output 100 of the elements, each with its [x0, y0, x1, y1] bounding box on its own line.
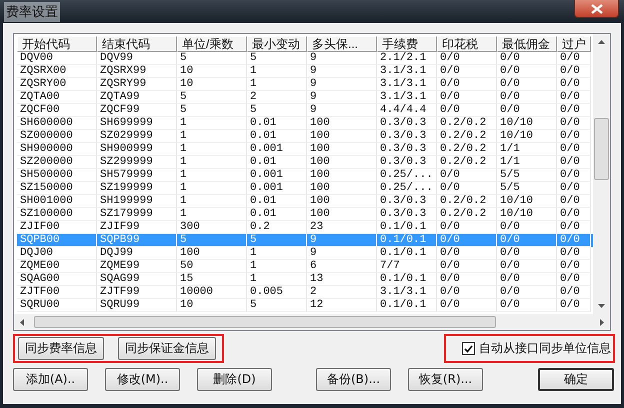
table-cell: 0/0 [437, 260, 497, 273]
table-row[interactable]: DQJ00 DQJ99 100 1 9 0.1/0.1 0/0 0/0 0/0 [17, 247, 593, 260]
auto-sync-checkbox[interactable]: 自动从接口同步单位信息 [462, 340, 611, 357]
table-row[interactable]: SZ100000 SZ179999 1 0.01 100 0.3/0.3 0.2/0.2 10/10 0/0 [17, 208, 593, 221]
vertical-scrollbar[interactable] [593, 34, 610, 314]
table-cell: 1 [177, 182, 247, 195]
table-cell: 9 [307, 104, 377, 117]
table-cell: SZ299999 [97, 156, 177, 169]
table-cell: 0.2/0.2 [437, 130, 497, 143]
column-header[interactable]: 最低佣金 [497, 36, 557, 52]
table-cell: 5/5 [497, 169, 557, 182]
table-cell: 0.001 [247, 182, 307, 195]
table-cell: 100 [177, 247, 247, 260]
scroll-down-icon [598, 304, 605, 308]
table-cell: 0/0 [497, 104, 557, 117]
action-button[interactable]: 恢复(R)... [408, 368, 483, 391]
table-cell: 13 [307, 273, 377, 286]
column-header[interactable]: 过户 [557, 36, 591, 52]
table-row[interactable]: SZ200000 SZ299999 1 0.01 100 0.3/0.3 0.2/0.2 1/1 0/0 [17, 156, 593, 169]
action-button[interactable]: 备份(B)... [316, 368, 391, 391]
table-cell: DQJ99 [97, 247, 177, 260]
table-cell: 5 [177, 91, 247, 104]
table-cell: ZQTA00 [17, 91, 97, 104]
table-cell: 0/0 [557, 156, 591, 169]
table-cell: 1 [247, 260, 307, 273]
table-cell: ZQME99 [97, 260, 177, 273]
table-row[interactable]: SQRU00 SQRU99 10 5 12 0.1/0.1 0/0 0/0 0/0 [17, 299, 593, 312]
table-row[interactable]: ZQCF00 ZQCF99 5 5 9 4.4/4.4 0/0 0/0 0/0 [17, 104, 593, 117]
horizontal-scrollbar[interactable] [14, 314, 610, 330]
table-cell: 0/0 [437, 234, 497, 247]
table-cell: 0.01 [247, 156, 307, 169]
column-header[interactable]: 手续费 [377, 36, 437, 52]
table-cell: 0/0 [557, 143, 591, 156]
table-cell: 0/0 [437, 169, 497, 182]
table-cell: SZ179999 [97, 208, 177, 221]
column-header[interactable]: 开始代码 [17, 36, 97, 52]
table-row[interactable]: SH001000 SH199999 1 0.01 100 0.3/0.3 0.2/0.2 10/10 0/0 [17, 195, 593, 208]
table-cell: 1 [177, 208, 247, 221]
column-header[interactable]: 结束代码 [97, 36, 177, 52]
table-cell: 0/0 [437, 286, 497, 299]
ok-button[interactable]: 确定 [538, 368, 614, 391]
table-row[interactable]: ZQTA00 ZQTA99 5 2 9 3.1/3.1 0/0 0/0 0/0 [17, 91, 593, 104]
table-cell: 100 [307, 117, 377, 130]
table-cell: 0.3/0.3 [377, 143, 437, 156]
table-cell: 0/0 [557, 117, 591, 130]
table-cell: 0/0 [557, 130, 591, 143]
scroll-thumb[interactable] [34, 316, 496, 328]
column-header[interactable]: 最小变动 [247, 36, 307, 52]
table-cell: SZ150000 [17, 182, 97, 195]
table-cell: 0.2/0.2 [437, 195, 497, 208]
action-button[interactable]: 删除(D) [197, 368, 272, 391]
column-header[interactable]: 印花税 [437, 36, 497, 52]
table-cell: SZ199999 [97, 182, 177, 195]
table-row[interactable]: SZ000000 SZ029999 1 0.01 100 0.3/0.3 0.2/0.2 10/10 0/0 [17, 130, 593, 143]
table-row[interactable]: ZQME00 ZQME99 50 1 6 7/7 0/0 0/0 0/0 [17, 260, 593, 273]
table-cell: 0/0 [557, 208, 591, 221]
table-cell: 12 [307, 299, 377, 312]
column-header[interactable]: 多头保... [307, 36, 377, 52]
table-row[interactable]: DQV00 DQV99 5 5 9 2.1/2.1 0/0 0/0 0/0 [17, 52, 593, 65]
table-cell: 0/0 [557, 91, 591, 104]
close-button[interactable] [574, 0, 619, 18]
sync-button[interactable]: 同步费率信息 [18, 337, 104, 360]
table-row[interactable]: SH500000 SH579999 1 0.001 100 0.25/... 0/0 5/5 0/0 [17, 169, 593, 182]
table-cell: 9 [307, 78, 377, 91]
checkbox[interactable] [462, 342, 475, 355]
table-cell: 0/0 [437, 182, 497, 195]
action-button[interactable]: 添加(A).. [13, 368, 88, 391]
table-cell: 0/0 [437, 104, 497, 117]
table-cell: 1 [247, 78, 307, 91]
table-cell: 3.1/3.1 [377, 91, 437, 104]
table-cell: 5/5 [497, 182, 557, 195]
scroll-left-icon [20, 318, 24, 326]
table-row[interactable]: ZJTF00 ZJTF99 10000 0.005 2 3.1/3.1 0/0 0/0 0/0 [17, 286, 593, 299]
table-cell: 1/1 [497, 156, 557, 169]
table-cell: SH579999 [97, 169, 177, 182]
table-row[interactable]: SZ150000 SZ199999 1 0.001 100 0.25/... 0/0 5/5 0/0 [17, 182, 593, 195]
table-cell: ZQCF99 [97, 104, 177, 117]
table-row[interactable]: SQAG00 SQAG99 15 1 13 0.1/0.1 0/0 0/0 0/0 [17, 273, 593, 286]
sync-button[interactable]: 同步保证金信息 [118, 337, 216, 360]
action-button[interactable]: 修改(M).. [105, 368, 180, 391]
table-cell: 7/7 [377, 260, 437, 273]
table-cell: 2 [247, 91, 307, 104]
table-cell: ZQCF00 [17, 104, 97, 117]
table-cell: SH900000 [17, 143, 97, 156]
table-cell: 3.1/3.1 [377, 286, 437, 299]
table-cell: 50 [177, 260, 247, 273]
table-cell: 100 [307, 182, 377, 195]
table-cell: 0.3/0.3 [377, 195, 437, 208]
table-cell: SZ029999 [97, 130, 177, 143]
table-row[interactable]: ZQSRX00 ZQSRX99 10 1 9 3.1/3.1 0/0 0/0 0/0 [17, 65, 593, 78]
table-row[interactable]: SH600000 SH699999 1 0.01 100 0.3/0.3 0.2/0.2 10/10 0/0 [17, 117, 593, 130]
table-cell: 0/0 [497, 234, 557, 247]
table-cell: 0.001 [247, 143, 307, 156]
table-row[interactable]: ZQSRY00 ZQSRY99 10 1 9 3.1/3.1 0/0 0/0 0/0 [17, 78, 593, 91]
table-row[interactable]: SH900000 SH900999 1 0.001 100 0.3/0.3 0.2/0.2 1/1 0/0 [17, 143, 593, 156]
scroll-thumb[interactable] [594, 118, 609, 180]
table-cell: 10 [177, 65, 247, 78]
table-cell: 0/0 [557, 104, 591, 117]
column-header[interactable]: 单位/乘数 [177, 36, 247, 52]
table-cell: 9 [307, 91, 377, 104]
